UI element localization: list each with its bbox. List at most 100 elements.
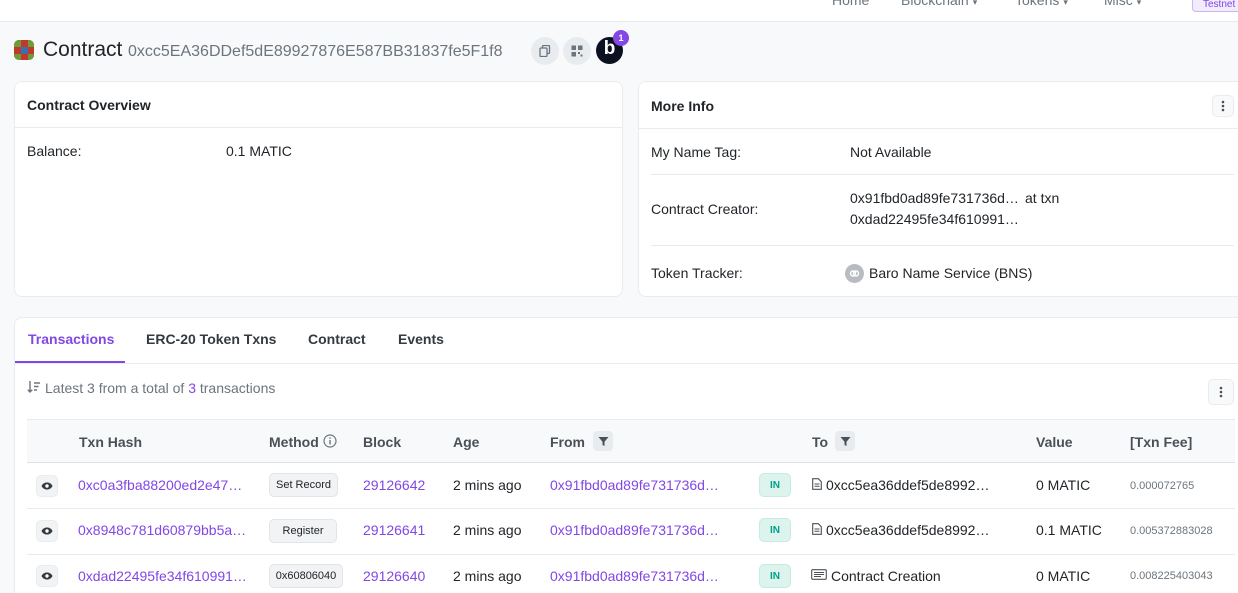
token-tracker-link[interactable]: Baro Name Service (BNS) <box>869 265 1032 281</box>
contract-overview-title: Contract Overview <box>27 97 151 113</box>
txn-hash-link[interactable]: 0xdad22495fe34f610991… <box>78 568 247 584</box>
age-text: 2 mins ago <box>453 477 522 493</box>
creator-address-link[interactable]: 0x91fbd0ad89fe731736d… <box>850 190 1019 206</box>
block-link[interactable]: 29126640 <box>363 568 425 584</box>
filter-from-button[interactable] <box>593 431 613 451</box>
contract-identicon-icon <box>14 40 34 60</box>
method-badge: Register <box>269 519 337 543</box>
age-text: 2 mins ago <box>453 522 522 538</box>
qr-code-button[interactable] <box>563 37 591 65</box>
nav-home[interactable]: Home <box>832 0 869 8</box>
chevron-down-icon: ▾ <box>1136 0 1142 7</box>
to-address-link[interactable]: 0xcc5ea36ddef5de8992… <box>826 522 989 538</box>
nav-blockchain[interactable]: Blockchain ▾ <box>901 0 977 8</box>
more-vertical-icon <box>1221 100 1225 112</box>
direction-in-badge: IN <box>759 518 791 542</box>
creator-txn-link[interactable]: 0xdad22495fe34f610991… <box>850 211 1019 227</box>
page-title: Contract <box>43 38 123 61</box>
name-tag-label: My Name Tag: <box>651 144 741 160</box>
copy-address-button[interactable] <box>531 37 559 65</box>
txn-hash-link[interactable]: 0xc0a3fba88200ed2e47… <box>78 477 242 493</box>
value-text: 0 MATIC <box>1036 568 1091 584</box>
tab-erc20-token-txns[interactable]: ERC-20 Token Txns <box>146 331 276 347</box>
notification-badge: 1 <box>613 30 629 46</box>
block-link[interactable]: 29126642 <box>363 477 425 493</box>
from-address-link[interactable]: 0x91fbd0ad89fe731736d… <box>550 568 719 584</box>
testnet-badge[interactable]: Testnet <box>1192 0 1238 12</box>
col-value: Value <box>1036 434 1073 450</box>
eye-icon <box>41 572 53 580</box>
direction-in-badge: IN <box>759 564 791 588</box>
name-tag-value: Not Available <box>850 144 932 160</box>
row-divider <box>27 508 1235 509</box>
filter-icon <box>840 436 850 446</box>
balance-value: 0.1 MATIC <box>226 143 292 159</box>
more-info-menu-button[interactable] <box>1212 95 1234 117</box>
chevron-down-icon: ▾ <box>972 0 978 7</box>
top-navbar: Home Blockchain ▾ Tokens ▾ Misc ▾ Testnet <box>0 0 1238 22</box>
from-address-link[interactable]: 0x91fbd0ad89fe731736d… <box>550 477 719 493</box>
transactions-summary: Latest 3 from a total of 3 transactions <box>45 380 275 396</box>
transactions-menu-button[interactable] <box>1208 379 1234 405</box>
sort-descending-icon <box>27 381 40 393</box>
method-badge: Set Record <box>269 473 338 497</box>
tab-transactions[interactable]: Transactions <box>28 331 114 347</box>
nav-misc[interactable]: Misc ▾ <box>1104 0 1141 8</box>
contract-creator-label: Contract Creator: <box>651 201 759 217</box>
contract-file-icon <box>812 523 822 535</box>
summary-count[interactable]: 3 <box>188 380 196 396</box>
contract-creation-icon <box>811 569 827 580</box>
at-txn-text: at txn <box>1025 190 1060 206</box>
summary-suffix: transactions <box>199 380 276 396</box>
col-txn-hash: Txn Hash <box>79 434 143 450</box>
copy-icon <box>539 45 551 57</box>
divider <box>651 245 1234 246</box>
col-txn-fee[interactable]: [Txn Fee] <box>1130 434 1192 450</box>
value-text: 0 MATIC <box>1036 477 1091 493</box>
token-logo-icon <box>845 264 864 283</box>
txn-fee-text: 0.005372883028 <box>1130 525 1213 537</box>
method-badge: 0x60806040 <box>269 564 343 588</box>
chevron-down-icon: ▾ <box>1063 0 1068 7</box>
age-text: 2 mins ago <box>453 568 522 584</box>
divider <box>15 127 622 128</box>
to-contract-creation: Contract Creation <box>831 568 941 584</box>
nav-misc-label: Misc <box>1104 0 1133 8</box>
filter-to-button[interactable] <box>835 431 855 451</box>
view-details-button[interactable] <box>36 520 58 542</box>
col-to: To <box>812 434 829 450</box>
view-details-button[interactable] <box>36 475 58 497</box>
to-address-link[interactable]: 0xcc5ea36ddef5de8992… <box>826 477 989 493</box>
nav-tokens[interactable]: Tokens ▾ <box>1015 0 1068 8</box>
col-method: Method <box>269 434 319 450</box>
col-block: Block <box>363 434 402 450</box>
txn-hash-link[interactable]: 0x8948c781d60879bb5a… <box>78 522 246 538</box>
txn-fee-text: 0.000072765 <box>1130 480 1195 492</box>
divider <box>651 174 1234 175</box>
view-details-button[interactable] <box>36 565 58 587</box>
block-link[interactable]: 29126641 <box>363 522 425 538</box>
info-icon[interactable] <box>323 434 337 448</box>
token-tracker-label: Token Tracker: <box>651 265 743 281</box>
more-vertical-icon <box>1219 386 1223 398</box>
contract-address: 0xcc5EA36DDef5dE89927876E587BB31837fe5F1… <box>128 43 503 60</box>
filter-icon <box>598 436 608 446</box>
row-divider <box>27 554 1235 555</box>
col-from: From <box>550 434 585 450</box>
more-info-title: More Info <box>651 98 714 114</box>
contract-overview-card <box>14 81 623 297</box>
nav-tokens-label: Tokens <box>1015 0 1060 8</box>
tab-events[interactable]: Events <box>398 331 444 347</box>
nav-blockchain-label: Blockchain <box>901 0 969 8</box>
col-age-toggle[interactable]: Age <box>453 434 479 450</box>
from-address-link[interactable]: 0x91fbd0ad89fe731736d… <box>550 522 719 538</box>
balance-label: Balance: <box>27 143 82 159</box>
divider <box>639 128 1238 129</box>
qr-code-icon <box>571 45 583 57</box>
direction-in-badge: IN <box>759 473 791 497</box>
tab-contract[interactable]: Contract <box>308 331 366 347</box>
txn-fee-text: 0.008225403043 <box>1130 570 1213 582</box>
summary-prefix: Latest 3 from a total of <box>45 380 185 396</box>
divider <box>15 363 1238 364</box>
eye-icon <box>41 482 53 490</box>
